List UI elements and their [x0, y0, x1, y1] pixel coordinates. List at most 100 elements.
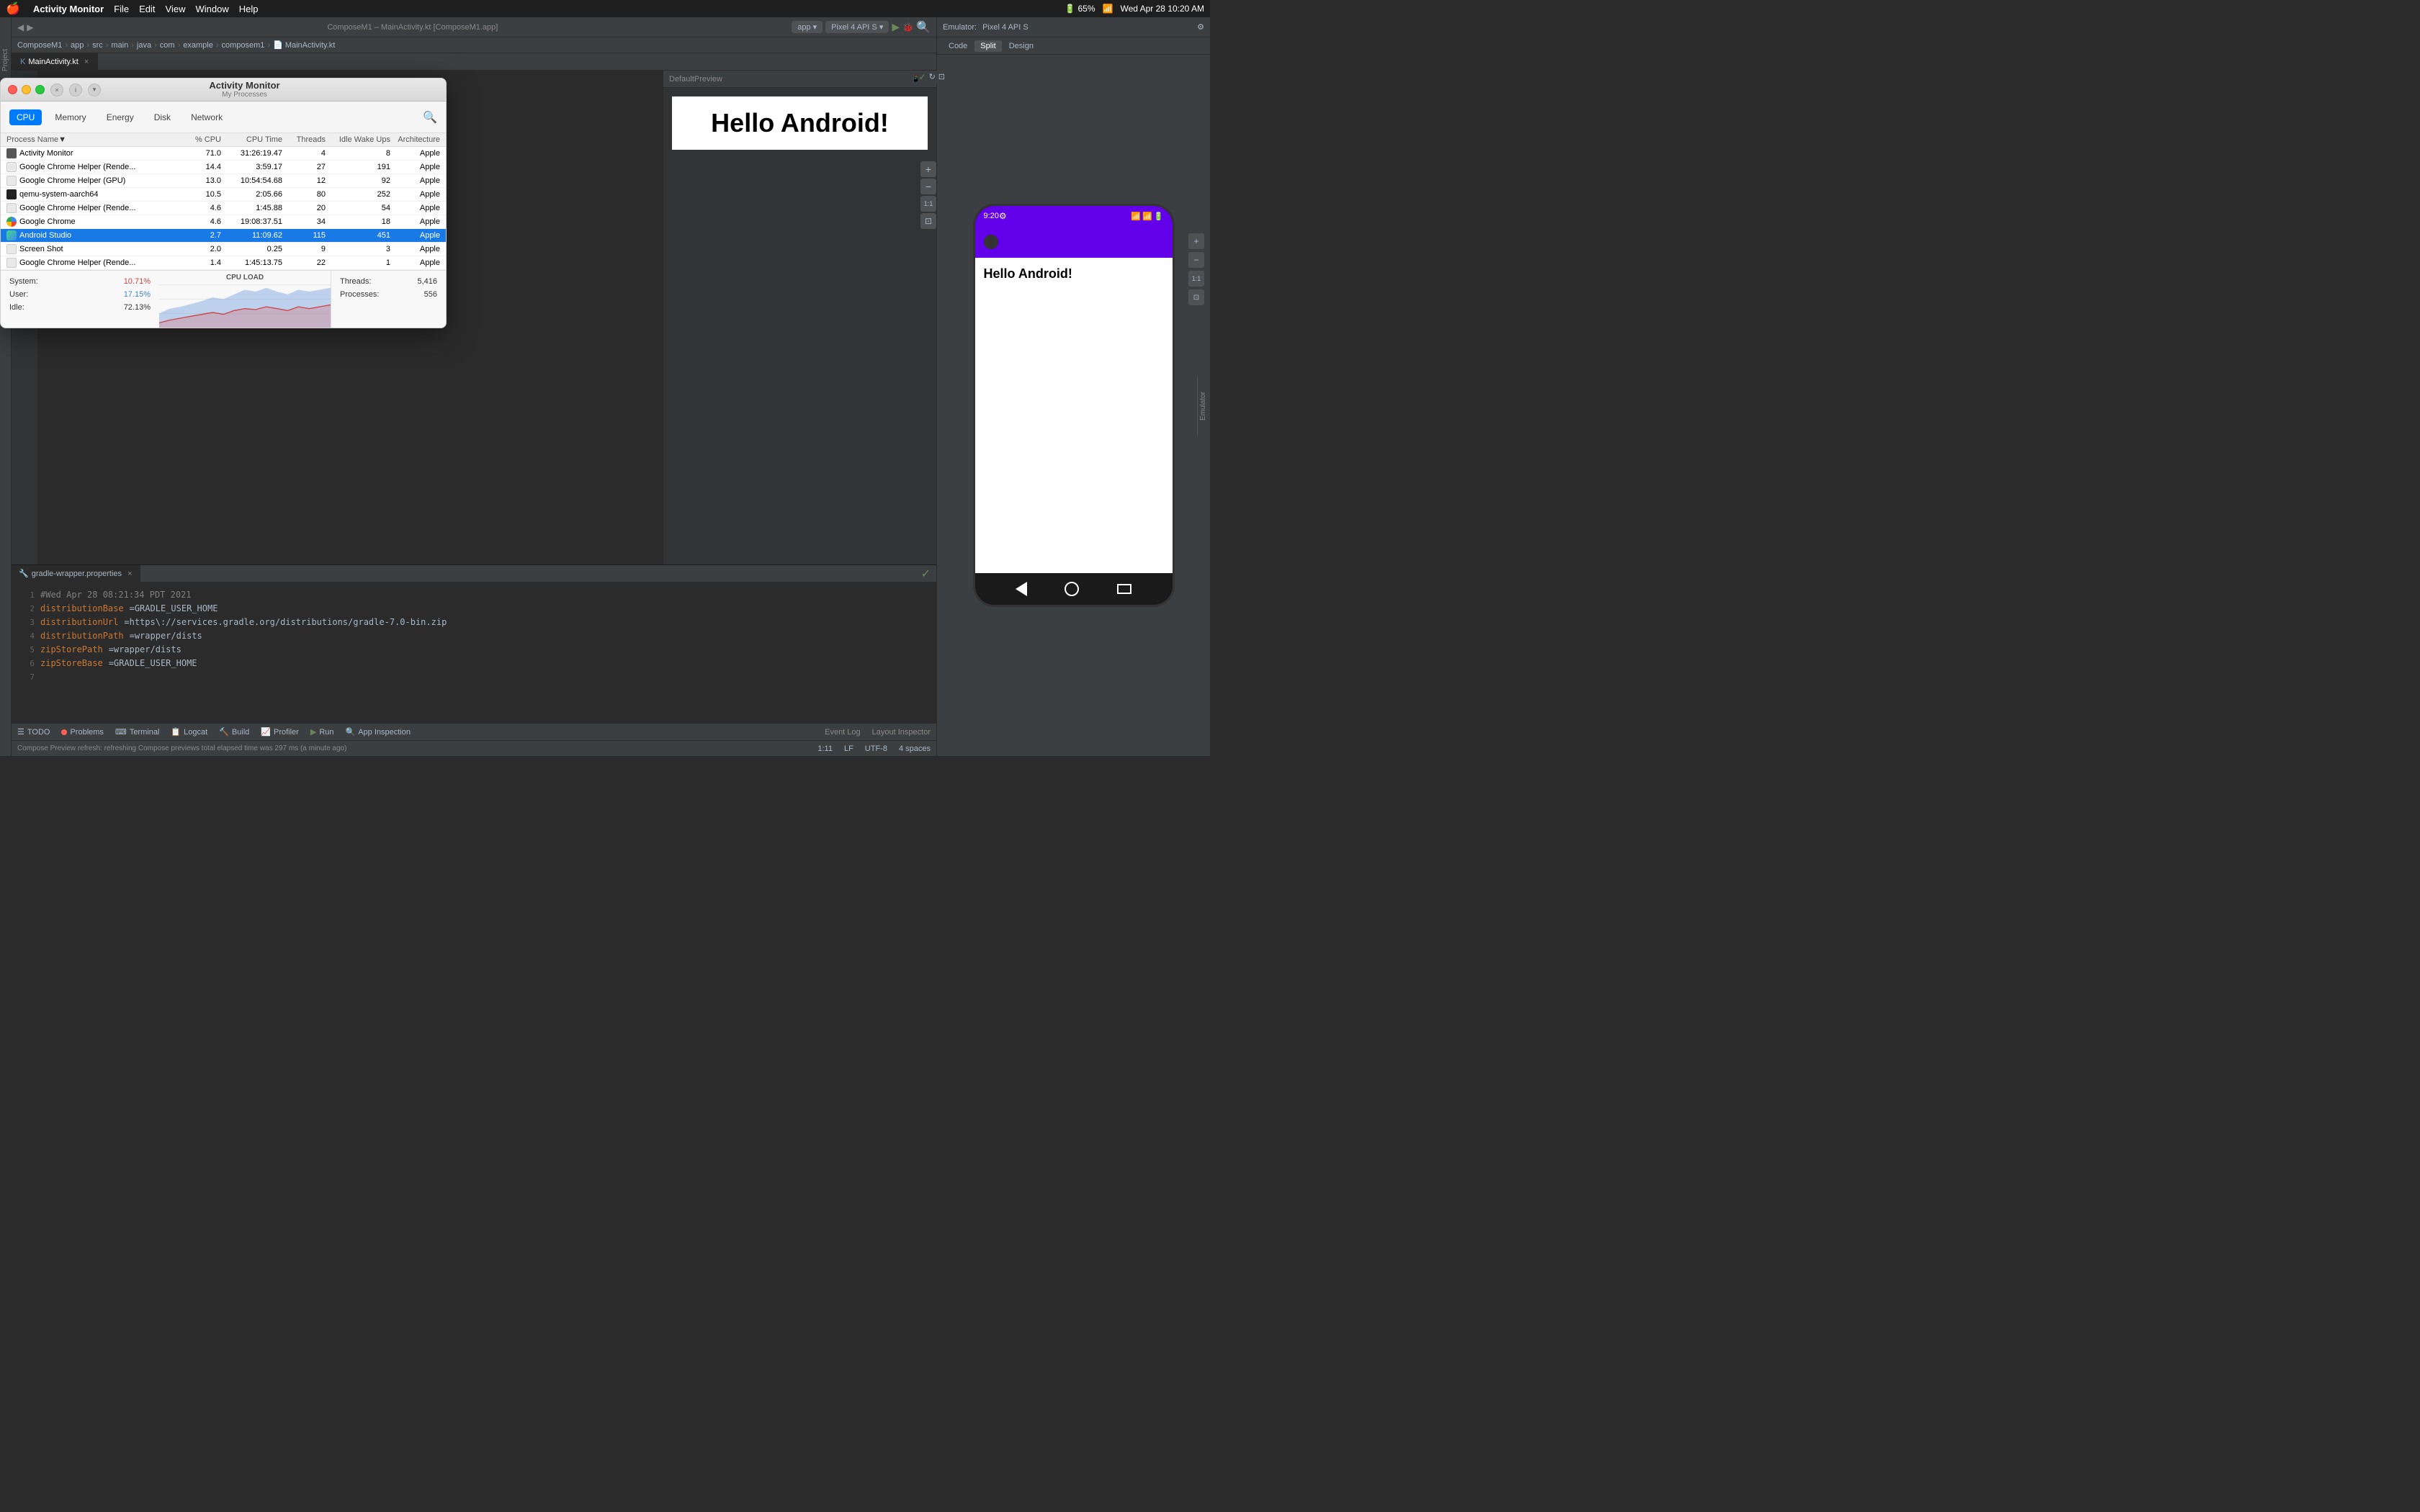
am-process-table: Process Name ▼ % CPU CPU Time Threads Id…	[1, 133, 446, 270]
emulator-frame-button[interactable]: ⊡	[1188, 289, 1204, 305]
build-label: Build	[232, 728, 249, 737]
menu-file[interactable]: File	[114, 4, 129, 14]
tool-logcat[interactable]: 📋 Logcat	[171, 727, 207, 737]
process-cpu: 14.4	[184, 163, 224, 171]
menu-help[interactable]: Help	[239, 4, 259, 14]
tool-run[interactable]: ▶ Run	[310, 727, 334, 737]
bc-com[interactable]: com	[160, 41, 175, 50]
table-row[interactable]: Google Chrome Helper (GPU) 13.0 10:54:54…	[1, 174, 446, 188]
tool-terminal[interactable]: ⌨ Terminal	[115, 727, 159, 737]
bc-src[interactable]: src	[92, 41, 103, 50]
process-cpu: 2.0	[184, 245, 224, 253]
project-label[interactable]: Project	[0, 46, 11, 74]
menu-window[interactable]: Window	[195, 4, 228, 14]
gradle-editor[interactable]: 1 #Wed Apr 28 08:21:34 PDT 2021 2 distri…	[12, 582, 936, 723]
bc-mainactivity[interactable]: 📄 MainActivity.kt	[273, 40, 335, 50]
zoom-in-button[interactable]: +	[920, 161, 936, 177]
process-time: 19:08:37.51	[224, 217, 285, 226]
window-minimize-button[interactable]	[22, 85, 31, 94]
col-header-threads[interactable]: Threads	[285, 135, 328, 144]
am-filter-icon[interactable]: ▾	[88, 84, 101, 96]
tool-build[interactable]: 🔨 Build	[219, 727, 249, 737]
col-header-arch[interactable]: Architecture	[393, 135, 440, 144]
search-icon[interactable]: 🔍	[916, 20, 931, 35]
tool-problems[interactable]: Problems	[61, 728, 103, 737]
menu-view[interactable]: View	[166, 4, 186, 14]
zoom-fit-button[interactable]: 1:1	[920, 196, 936, 212]
table-row[interactable]: Google Chrome 4.6 19:08:37.51 34 18 Appl…	[1, 215, 446, 229]
phone-settings-icon[interactable]: ⚙	[999, 211, 1007, 221]
col-header-name[interactable]: Process Name ▼	[6, 135, 184, 144]
tab-split[interactable]: Split	[974, 40, 1001, 52]
table-row[interactable]: Google Chrome Helper (Rende... 4.6 1:45.…	[1, 202, 446, 215]
process-name: Google Chrome Helper (Rende...	[6, 162, 184, 172]
debug-button[interactable]: 🐞	[902, 22, 913, 32]
event-log[interactable]: Event Log	[825, 728, 861, 737]
window-close-button[interactable]	[8, 85, 17, 94]
tool-app-inspection[interactable]: 🔍 App Inspection	[346, 727, 411, 737]
gradle-tab-close[interactable]: ×	[127, 570, 132, 578]
zoom-1-1-button[interactable]: 1:1	[1188, 271, 1204, 287]
menu-edit[interactable]: Edit	[139, 4, 155, 14]
am-info-icon[interactable]: i	[69, 84, 82, 96]
phone-recents-button[interactable]	[1117, 584, 1131, 594]
tool-todo[interactable]: ☰ TODO	[17, 727, 50, 737]
zoom-out-button[interactable]: −	[920, 179, 936, 194]
tab-code[interactable]: Code	[943, 40, 973, 52]
am-tab-energy[interactable]: Energy	[99, 109, 141, 125]
tab-mainactivity-close[interactable]: ×	[84, 58, 89, 66]
am-tab-disk[interactable]: Disk	[147, 109, 178, 125]
emulator-vert-label: Emulator	[1197, 377, 1209, 435]
process-threads: 115	[285, 231, 328, 240]
process-arch: Apple	[393, 149, 440, 158]
inspection-icon: 🔍	[346, 727, 356, 737]
run-button[interactable]: ▶	[892, 21, 900, 33]
zoom-minus-button[interactable]: −	[1188, 252, 1204, 268]
bc-example[interactable]: example	[183, 41, 213, 50]
bc-java[interactable]: java	[137, 41, 151, 50]
emulator-settings-icon[interactable]: ⚙	[1197, 22, 1204, 32]
col-header-time[interactable]: CPU Time	[224, 135, 285, 144]
toolbar-forward-icon[interactable]: ▶	[27, 22, 33, 32]
activity-monitor-window: × i ▾ Activity Monitor My Processes CPU …	[0, 78, 447, 328]
tab-gradle-wrapper[interactable]: 🔧 gradle-wrapper.properties ×	[12, 565, 140, 582]
run-config[interactable]: app ▾	[792, 21, 823, 33]
bc-composem1[interactable]: composem1	[221, 41, 264, 50]
process-cpu: 2.7	[184, 231, 224, 240]
am-tab-network[interactable]: Network	[184, 109, 230, 125]
table-row[interactable]: qemu-system-aarch64 10.5 2:05.66 80 252 …	[1, 188, 446, 202]
stat-idle: Idle: 72.13%	[9, 301, 151, 314]
phone-time: 9:20	[984, 212, 999, 220]
bc-main[interactable]: main	[111, 41, 128, 50]
window-maximize-button[interactable]	[35, 85, 45, 94]
layout-inspector[interactable]: Layout Inspector	[872, 728, 931, 737]
clock: Wed Apr 28 10:20 AM	[1120, 4, 1204, 14]
am-search-icon[interactable]: 🔍	[423, 110, 437, 125]
table-row[interactable]: Google Chrome Helper (Rende... 1.4 1:45:…	[1, 256, 446, 270]
tab-design[interactable]: Design	[1003, 40, 1039, 52]
process-cpu: 10.5	[184, 190, 224, 199]
zoom-frame-button[interactable]: ⊡	[920, 213, 936, 229]
am-tab-memory[interactable]: Memory	[48, 109, 93, 125]
bc-app[interactable]: app	[71, 41, 84, 50]
phone-home-button[interactable]	[1065, 582, 1079, 596]
tool-profiler[interactable]: 📈 Profiler	[261, 727, 299, 737]
tab-mainactivity[interactable]: K MainActivity.kt ×	[12, 53, 98, 70]
col-header-idle[interactable]: Idle Wake Ups	[328, 135, 393, 144]
bc-project[interactable]: ComposeM1	[17, 41, 62, 50]
preview-content: Hello Android!	[672, 96, 928, 150]
process-icon	[6, 176, 17, 186]
phone-back-button[interactable]	[1016, 582, 1027, 596]
apple-logo-icon[interactable]: 🍎	[6, 1, 20, 16]
device-selector[interactable]: Pixel 4 API S ▾	[825, 21, 889, 33]
table-row-selected[interactable]: Android Studio 2.7 11:09.62 115 451 Appl…	[1, 229, 446, 243]
col-header-cpu[interactable]: % CPU	[184, 135, 224, 144]
am-close-icon[interactable]: ×	[50, 84, 63, 96]
emulator-label: Emulator:	[943, 23, 977, 32]
table-row[interactable]: Activity Monitor 71.0 31:26:19.47 4 8 Ap…	[1, 147, 446, 161]
table-row[interactable]: Screen Shot 2.0 0.25 9 3 Apple	[1, 243, 446, 256]
toolbar-back-icon[interactable]: ◀	[17, 22, 24, 32]
am-tab-cpu[interactable]: CPU	[9, 109, 42, 125]
zoom-plus-button[interactable]: +	[1188, 233, 1204, 249]
table-row[interactable]: Google Chrome Helper (Rende... 14.4 3:59…	[1, 161, 446, 174]
